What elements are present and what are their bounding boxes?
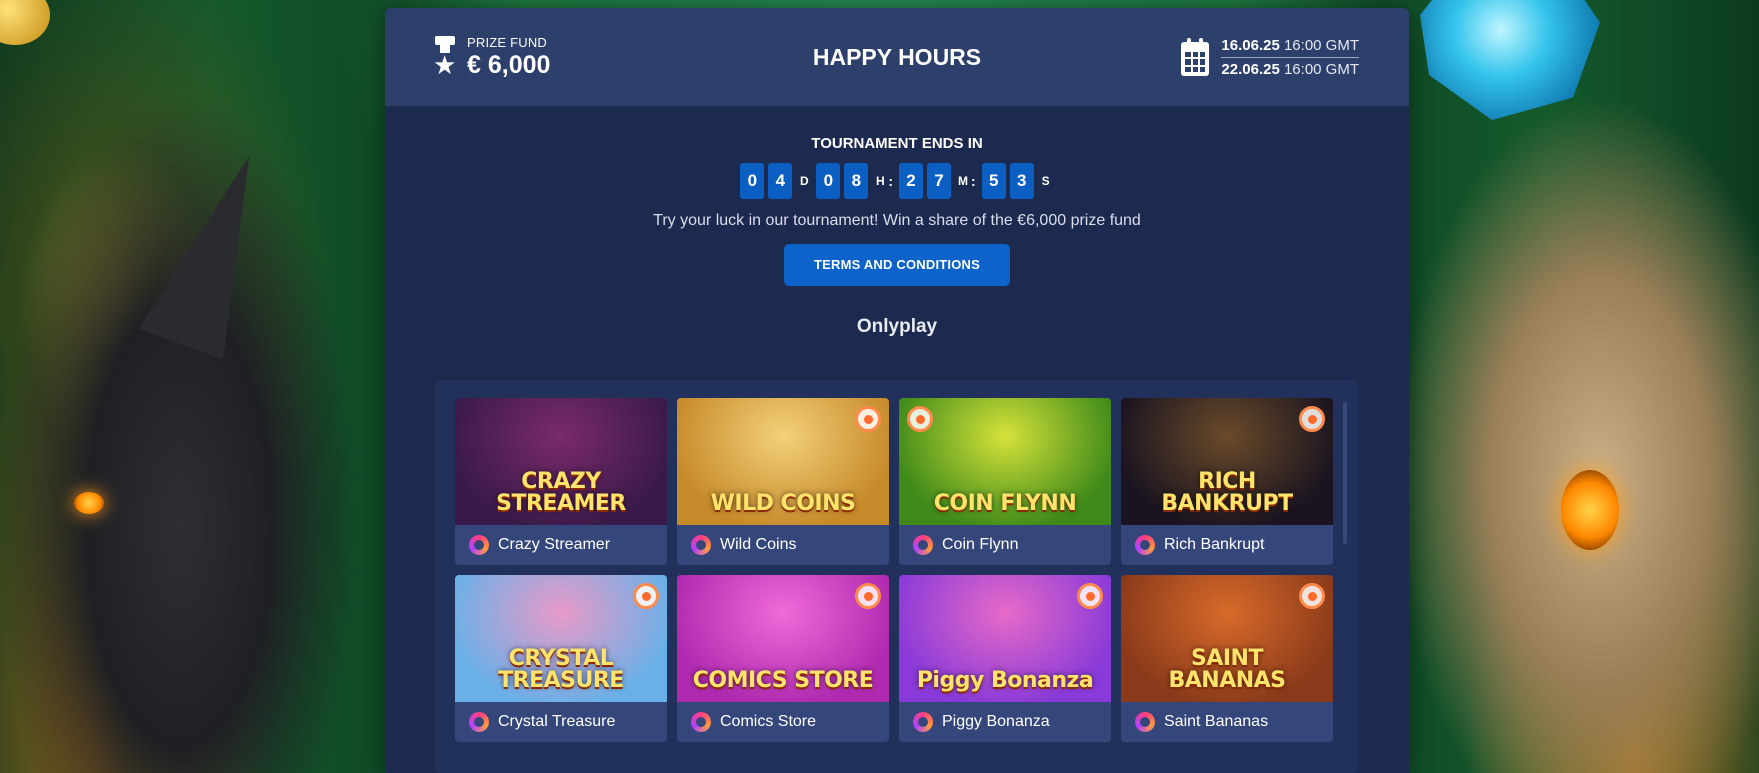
countdown-separator: : xyxy=(888,173,893,189)
prize-fund-value: € 6,000 xyxy=(467,50,551,79)
prize-trophy-icon: ★ xyxy=(433,36,457,78)
hot-badge-icon xyxy=(633,583,659,609)
countdown-digit: 3 xyxy=(1009,163,1034,199)
countdown-digit: 7 xyxy=(927,163,951,199)
game-thumbnail[interactable]: WILD COINS xyxy=(677,398,889,525)
game-logo-text: RICH BANKRUPT xyxy=(1161,469,1293,516)
background-jackal-eye xyxy=(74,492,104,514)
background-art-left xyxy=(0,0,400,773)
provider-logo-icon xyxy=(913,712,933,732)
hot-badge-icon xyxy=(1077,583,1103,609)
hot-badge-icon xyxy=(1299,583,1325,609)
game-name: Saint Bananas xyxy=(1164,713,1269,730)
tournament-header: ★ PRIZE FUND € 6,000 HAPPY HOURS 16.06.2… xyxy=(385,8,1409,106)
start-date: 16.06.25 16:00 GMT xyxy=(1221,35,1359,58)
game-thumbnail[interactable]: RICH BANKRUPT xyxy=(1121,398,1333,525)
provider-logo-icon xyxy=(1135,535,1155,555)
game-footer[interactable]: Coin Flynn xyxy=(899,525,1111,565)
game-footer[interactable]: Comics Store xyxy=(677,702,889,742)
game-name: Rich Bankrupt xyxy=(1164,536,1265,553)
game-card[interactable]: WILD COINS Wild Coins xyxy=(677,398,889,565)
provider-logo-icon xyxy=(1135,712,1155,732)
game-footer[interactable]: Crystal Treasure xyxy=(455,702,667,742)
game-card[interactable]: CRAZY STREAMER Crazy Streamer xyxy=(455,398,667,565)
game-card[interactable]: COMICS STORE Comics Store xyxy=(677,575,889,742)
provider-logo-icon xyxy=(913,535,933,555)
countdown-unit-hours: H xyxy=(875,174,885,188)
game-card[interactable]: RICH BANKRUPT Rich Bankrupt xyxy=(1121,398,1333,565)
games-scrollbar[interactable] xyxy=(1343,402,1347,544)
game-thumbnail[interactable]: Piggy Bonanza xyxy=(899,575,1111,702)
hot-badge-icon xyxy=(855,406,881,432)
game-thumbnail[interactable]: CRAZY STREAMER xyxy=(455,398,667,525)
provider-logo-icon xyxy=(691,712,711,732)
countdown-digit: 0 xyxy=(740,163,765,199)
countdown-label: TOURNAMENT ENDS IN xyxy=(811,135,983,152)
game-logo-text: Piggy Bonanza xyxy=(916,668,1094,693)
countdown-unit-days: D xyxy=(799,174,809,188)
countdown-timer: 0 4 D 0 8 H : 2 7 M : 5 3 S xyxy=(385,163,1409,199)
game-name: Comics Store xyxy=(720,713,817,730)
end-date-time: 16:00 GMT xyxy=(1283,60,1359,78)
countdown-digit: 4 xyxy=(768,163,793,199)
game-card[interactable]: Piggy Bonanza Piggy Bonanza xyxy=(899,575,1111,742)
game-card[interactable]: COIN FLYNN Coin Flynn xyxy=(899,398,1111,565)
game-footer[interactable]: Crazy Streamer xyxy=(455,525,667,565)
countdown-digit: 8 xyxy=(844,163,869,199)
game-logo-text: SAINT BANANAS xyxy=(1168,646,1286,693)
game-footer[interactable]: Wild Coins xyxy=(677,525,889,565)
provider-logo-icon xyxy=(469,712,489,732)
terms-and-conditions-button[interactable]: TERMS AND CONDITIONS xyxy=(783,244,1011,286)
countdown-digit: 5 xyxy=(981,163,1006,199)
start-date-day: 16.06.25 xyxy=(1221,36,1280,54)
games-list: CRAZY STREAMER Crazy Streamer WILD COINS Wi… xyxy=(435,380,1359,773)
tournament-panel: ★ PRIZE FUND € 6,000 HAPPY HOURS 16.06.2… xyxy=(385,8,1409,773)
game-logo-text: COMICS STORE xyxy=(692,668,874,693)
game-logo-text: WILD COINS xyxy=(710,491,856,516)
game-name: Coin Flynn xyxy=(942,536,1019,553)
game-card[interactable]: CRYSTAL TREASURE Crystal Treasure xyxy=(455,575,667,742)
game-thumbnail[interactable]: COMICS STORE xyxy=(677,575,889,702)
countdown-unit-minutes: M xyxy=(958,174,968,188)
end-date-day: 22.06.25 xyxy=(1221,60,1280,78)
prize-fund-label: PRIZE FUND xyxy=(467,34,547,50)
game-name: Piggy Bonanza xyxy=(942,713,1050,730)
game-name: Crystal Treasure xyxy=(498,713,616,730)
hot-badge-icon xyxy=(855,583,881,609)
game-name: Crazy Streamer xyxy=(498,536,611,553)
game-footer[interactable]: Saint Bananas xyxy=(1121,702,1333,742)
tournament-description: Try your luck in our tournament! Win a s… xyxy=(653,212,1141,229)
background-mummy-eye xyxy=(1561,470,1619,550)
games-grid: CRAZY STREAMER Crazy Streamer WILD COINS Wi… xyxy=(455,398,1341,742)
provider-name: Onlyplay xyxy=(856,316,938,337)
tournament-dates: 16.06.25 16:00 GMT 22.06.25 16:00 GMT xyxy=(1181,35,1359,80)
game-footer[interactable]: Rich Bankrupt xyxy=(1121,525,1333,565)
game-logo-text: COIN FLYNN xyxy=(933,491,1077,516)
provider-logo-icon xyxy=(469,535,489,555)
game-logo-text: CRYSTAL TREASURE xyxy=(498,646,624,693)
provider-logo-icon xyxy=(691,535,711,555)
tournament-body: TOURNAMENT ENDS IN 0 4 D 0 8 H : 2 7 M :… xyxy=(385,106,1409,338)
game-card[interactable]: SAINT BANANAS Saint Bananas xyxy=(1121,575,1333,742)
hot-badge-icon xyxy=(907,406,933,432)
countdown-unit-seconds: S xyxy=(1041,174,1050,188)
game-logo-text: CRAZY STREAMER xyxy=(496,469,626,516)
start-date-time: 16:00 GMT xyxy=(1283,36,1359,54)
game-name: Wild Coins xyxy=(720,536,797,553)
game-thumbnail[interactable]: SAINT BANANAS xyxy=(1121,575,1333,702)
game-thumbnail[interactable]: CRYSTAL TREASURE xyxy=(455,575,667,702)
game-footer[interactable]: Piggy Bonanza xyxy=(899,702,1111,742)
prize-fund: ★ PRIZE FUND € 6,000 xyxy=(433,35,550,80)
game-thumbnail[interactable]: COIN FLYNN xyxy=(899,398,1111,525)
countdown-digit: 2 xyxy=(899,163,923,199)
countdown-separator: : xyxy=(971,173,976,189)
hot-badge-icon xyxy=(1299,406,1325,432)
calendar-icon xyxy=(1181,38,1210,76)
end-date: 22.06.25 16:00 GMT xyxy=(1221,58,1359,80)
countdown-digit: 0 xyxy=(816,163,841,199)
